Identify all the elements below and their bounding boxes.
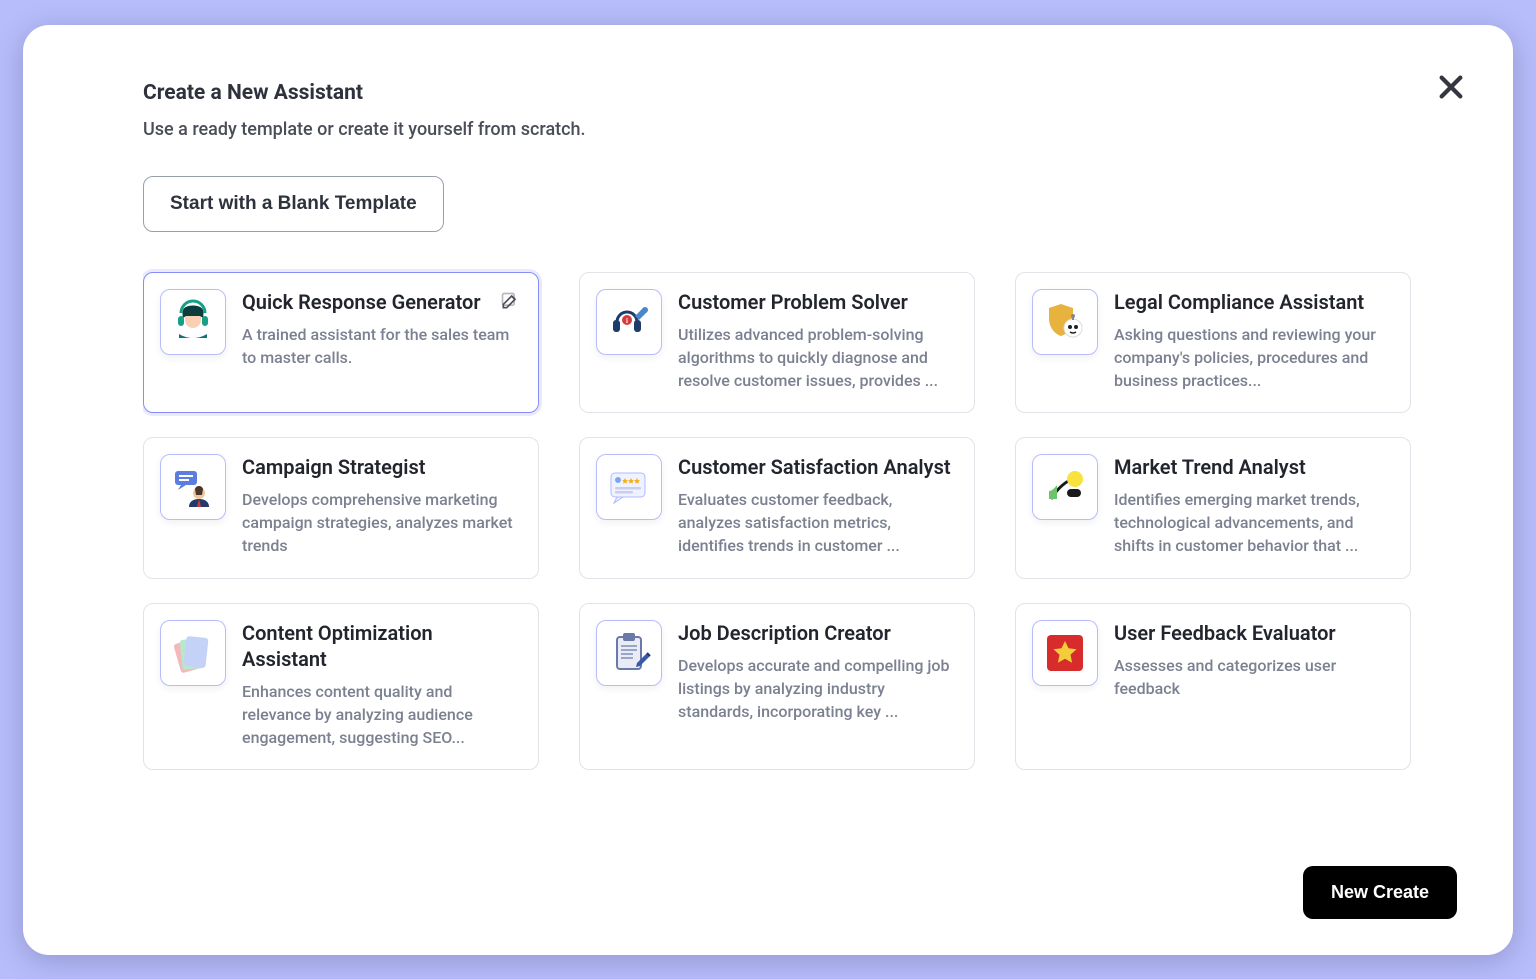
template-card-body: Market Trend Analyst Identifies emerging … <box>1114 454 1392 558</box>
trend-shapes-icon <box>1032 454 1098 520</box>
modal-title: Create a New Assistant <box>143 81 1457 105</box>
template-card-body: Job Description Creator Develops accurate… <box>678 620 956 750</box>
template-card[interactable]: Legal Compliance Assistant Asking questio… <box>1015 272 1411 414</box>
template-description: Develops accurate and compelling job lis… <box>678 654 956 724</box>
create-assistant-modal: Create a New Assistant Use a ready templ… <box>23 25 1513 955</box>
template-description: Utilizes advanced problem-solving algori… <box>678 323 956 393</box>
template-card[interactable]: Quick Response Generator A trained assist… <box>143 272 539 414</box>
modal-subtitle: Use a ready template or create it yourse… <box>143 119 1457 140</box>
content-scroll[interactable]: Start with a Blank Template Quick Respon… <box>143 176 1457 842</box>
template-card[interactable]: i Customer Problem Solver Utilizes advance… <box>579 272 975 414</box>
clipboard-pen-icon <box>596 620 662 686</box>
close-icon <box>1435 71 1467 103</box>
businessman-chat-icon <box>160 454 226 520</box>
start-blank-button[interactable]: Start with a Blank Template <box>143 176 444 232</box>
template-card-body: Customer Satisfaction Analyst Evaluates c… <box>678 454 956 558</box>
svg-text:i: i <box>626 317 628 325</box>
template-title: Legal Compliance Assistant <box>1114 289 1392 315</box>
close-button[interactable] <box>1435 71 1467 103</box>
template-description: Asking questions and reviewing your comp… <box>1114 323 1392 393</box>
shield-bot-icon <box>1032 289 1098 355</box>
template-title: Job Description Creator <box>678 620 956 646</box>
template-title: User Feedback Evaluator <box>1114 620 1392 646</box>
template-title: Market Trend Analyst <box>1114 454 1392 480</box>
template-description: Assesses and categorizes user feedback <box>1114 654 1392 700</box>
template-description: Enhances content quality and relevance b… <box>242 680 520 750</box>
template-card[interactable]: Job Description Creator Develops accurate… <box>579 603 975 771</box>
template-card-body: Customer Problem Solver Utilizes advanced… <box>678 289 956 393</box>
template-card-body: User Feedback Evaluator Assesses and cate… <box>1114 620 1392 750</box>
template-description: Evaluates customer feedback, analyzes sa… <box>678 488 956 558</box>
template-grid: Quick Response Generator A trained assist… <box>143 272 1421 771</box>
template-title: Customer Problem Solver <box>678 289 956 315</box>
template-title: Quick Response Generator <box>242 289 520 315</box>
template-card[interactable]: Market Trend Analyst Identifies emerging … <box>1015 437 1411 579</box>
modal-footer: New Create <box>143 842 1457 919</box>
headphones-wrench-icon: i <box>596 289 662 355</box>
template-description: Identifies emerging market trends, techn… <box>1114 488 1392 558</box>
edit-icon[interactable] <box>500 291 520 311</box>
template-card[interactable]: Campaign Strategist Develops comprehensiv… <box>143 437 539 579</box>
review-stars-icon <box>596 454 662 520</box>
template-card[interactable]: Content Optimization Assistant Enhances c… <box>143 603 539 771</box>
template-card-body: Campaign Strategist Develops comprehensiv… <box>242 454 520 558</box>
template-card[interactable]: User Feedback Evaluator Assesses and cate… <box>1015 603 1411 771</box>
template-card[interactable]: Customer Satisfaction Analyst Evaluates c… <box>579 437 975 579</box>
template-card-body: Content Optimization Assistant Enhances c… <box>242 620 520 750</box>
color-sheets-icon <box>160 620 226 686</box>
red-star-icon <box>1032 620 1098 686</box>
template-description: A trained assistant for the sales team t… <box>242 323 520 369</box>
template-card-body: Legal Compliance Assistant Asking questio… <box>1114 289 1392 393</box>
template-title: Customer Satisfaction Analyst <box>678 454 956 480</box>
template-card-body: Quick Response Generator A trained assist… <box>242 289 520 393</box>
template-description: Develops comprehensive marketing campaig… <box>242 488 520 558</box>
new-create-button[interactable]: New Create <box>1303 866 1457 919</box>
avatar-headset-icon <box>160 289 226 355</box>
template-title: Content Optimization Assistant <box>242 620 520 672</box>
template-title: Campaign Strategist <box>242 454 520 480</box>
